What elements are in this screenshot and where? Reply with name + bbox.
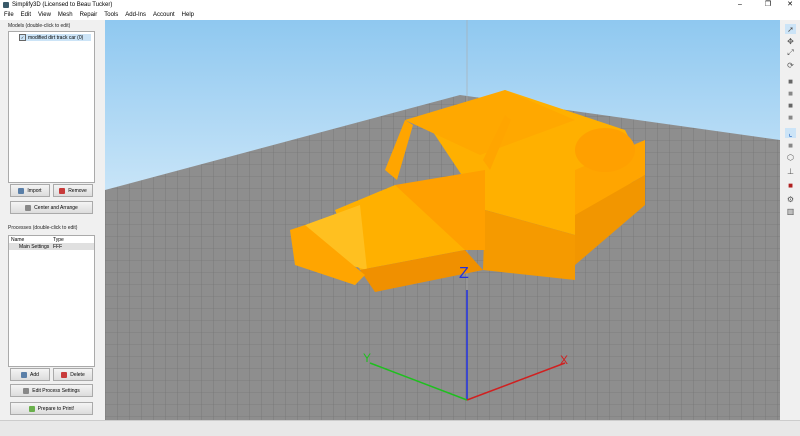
select-tool-icon[interactable]: ➚ (785, 24, 796, 34)
delete-label: Delete (70, 371, 85, 378)
right-toolbar: ➚ ✥ ⤢ ⟳ ■ ■ ■ ■ ⌞ ■ ⬡ ⊥ ■ ⚙ ▥ (782, 20, 800, 420)
print-icon (28, 405, 35, 412)
view-top-icon[interactable]: ■ (785, 100, 796, 110)
status-bar (0, 420, 800, 436)
maximize-button[interactable]: ❐ (758, 0, 778, 9)
view-front-icon[interactable]: ■ (785, 88, 796, 98)
processes-header: Name Type (9, 236, 94, 243)
menu-repair[interactable]: Repair (80, 12, 98, 18)
processes-list[interactable]: Name Type Main Settings FFF (8, 235, 95, 367)
view-iso-icon[interactable]: ■ (785, 76, 796, 86)
menu-view[interactable]: View (38, 12, 51, 18)
import-label: Import (27, 187, 42, 194)
wireframe-view-icon[interactable]: ⬡ (785, 152, 796, 162)
menu-add-ins[interactable]: Add-Ins (125, 12, 146, 18)
left-panel: Models (double-click to edit) ✓ modified… (0, 20, 103, 420)
title-bar: Simplify3D (Licensed to Beau Tucker) – ❐… (0, 0, 800, 9)
center-arrange-icon (25, 204, 32, 211)
scale-tool-icon[interactable]: ⤢ (785, 48, 796, 58)
delete-icon (61, 371, 68, 378)
menu-edit[interactable]: Edit (21, 12, 31, 18)
support-icon[interactable]: ■ (785, 180, 796, 190)
rotate-tool-icon[interactable]: ⟳ (785, 60, 796, 70)
menu-help[interactable]: Help (182, 12, 194, 18)
import-icon (18, 187, 25, 194)
window-title: Simplify3D (Licensed to Beau Tucker) (12, 1, 113, 8)
col-name: Name (11, 236, 25, 243)
model-item-label: modified dirt track car (0) (28, 34, 84, 41)
remove-button[interactable]: Remove (53, 184, 93, 197)
process-type: FFF (53, 243, 63, 250)
models-label: Models (double-click to edit) (8, 23, 71, 29)
x-axis-label: X (560, 353, 568, 367)
add-icon (21, 371, 28, 378)
add-label: Add (30, 371, 39, 378)
cross-section-icon[interactable]: ⊥ (785, 166, 796, 176)
remove-label: Remove (68, 187, 87, 194)
axes-toggle-icon[interactable]: ⌞ (785, 128, 796, 138)
close-button[interactable]: ✕ (780, 0, 800, 9)
minimize-button[interactable]: – (730, 0, 750, 9)
model-item[interactable]: ✓ modified dirt track car (0) (19, 34, 91, 41)
remove-icon (59, 187, 66, 194)
solid-view-icon[interactable]: ■ (785, 140, 796, 150)
edit-process-label: Edit Process Settings (32, 387, 80, 394)
y-axis-label: Y (363, 351, 371, 365)
col-type: Type (53, 236, 64, 243)
processes-label: Processes (double-click to edit) (8, 225, 78, 231)
prepare-label: Prepare to Print! (37, 405, 75, 412)
edit-process-settings-button[interactable]: Edit Process Settings (10, 384, 93, 397)
center-arrange-button[interactable]: Center and Arrange (10, 201, 93, 214)
view-side-icon[interactable]: ■ (785, 112, 796, 122)
models-list[interactable]: ✓ modified dirt track car (0) (8, 31, 95, 183)
menu-bar: File Edit View Mesh Repair Tools Add-Ins… (0, 9, 800, 20)
process-name: Main Settings (19, 243, 50, 250)
settings-icon (23, 387, 30, 394)
process-row[interactable]: Main Settings FFF (9, 243, 94, 250)
menu-tools[interactable]: Tools (104, 12, 118, 18)
add-process-button[interactable]: Add (10, 368, 50, 381)
checkbox-icon[interactable]: ✓ (19, 34, 26, 41)
menu-mesh[interactable]: Mesh (58, 12, 73, 18)
settings-gear-icon[interactable]: ⚙ (785, 194, 796, 204)
move-tool-icon[interactable]: ✥ (785, 36, 796, 46)
3d-viewport[interactable]: Z Y X (105, 20, 780, 420)
menu-account[interactable]: Account (153, 12, 175, 18)
delete-process-button[interactable]: Delete (53, 368, 93, 381)
scene[interactable]: Z Y X (105, 20, 780, 420)
app-icon (3, 1, 9, 8)
prepare-to-print-button[interactable]: Prepare to Print! (10, 402, 93, 415)
menu-file[interactable]: File (4, 12, 14, 18)
z-axis-label: Z (459, 265, 469, 282)
import-button[interactable]: Import (10, 184, 50, 197)
center-arrange-label: Center and Arrange (34, 204, 78, 211)
variable-settings-icon[interactable]: ▥ (785, 206, 796, 216)
